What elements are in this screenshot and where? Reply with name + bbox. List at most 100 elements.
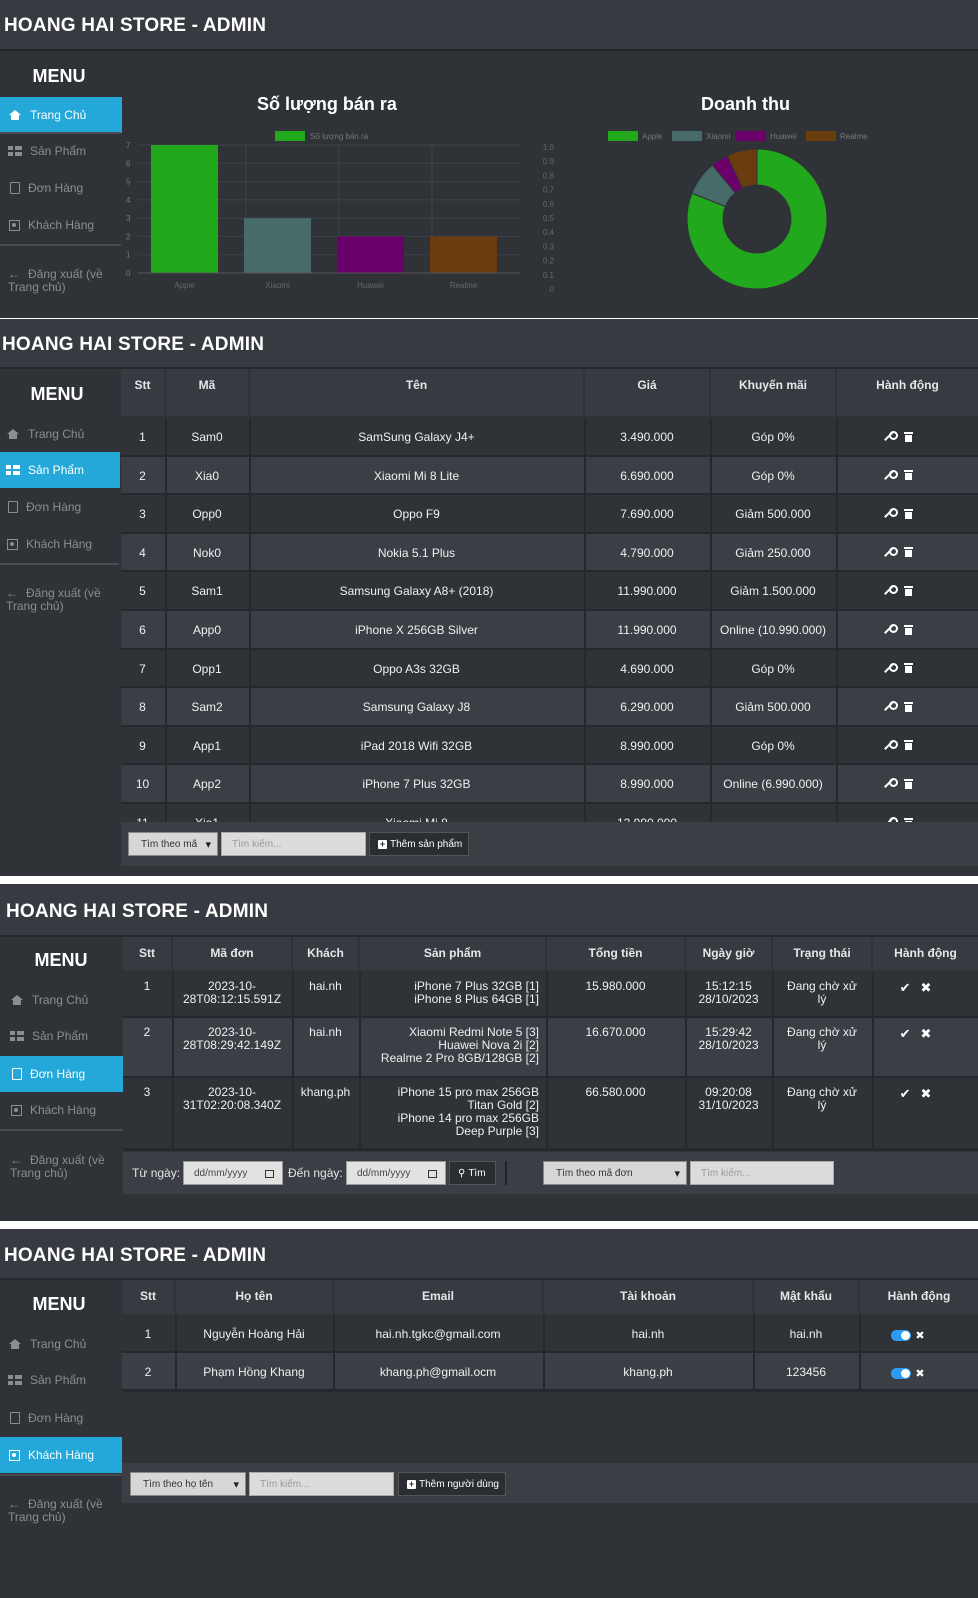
column-divider (165, 533, 167, 571)
col-header-fullname: Họ tên (176, 1280, 332, 1314)
col-header-email: Email (334, 1280, 542, 1314)
col-header-actions: Hành động (860, 1280, 978, 1314)
table-cell: 5 (139, 584, 146, 599)
search-by-select[interactable]: Tìm theo mã đơn (543, 1161, 687, 1185)
sales-bar-chart: Số lượng bán ra 0 1 2 3 4 5 6 7 Apple Xiaomi Huawei… (126, 131, 520, 290)
logout-link[interactable]: ← Đăng xuất (về Trang chủ) (10, 1154, 122, 1180)
plus-square-icon: + (407, 1478, 416, 1489)
table-cell: 9 (139, 738, 146, 753)
search-by-select[interactable]: Tìm theo họ tên (130, 1472, 246, 1496)
action-group (883, 624, 913, 635)
trash-icon[interactable] (903, 624, 913, 635)
sidebar-item-orders[interactable]: Đơn Hàng (0, 1056, 124, 1092)
action-group (883, 701, 913, 712)
sidebar-item-label: Khách Hàng (26, 537, 93, 551)
search-input[interactable]: Tìm kiếm... (249, 1472, 394, 1496)
wrench-icon[interactable] (883, 508, 898, 519)
sidebar-item-customers[interactable]: Khách Hàng (0, 207, 122, 243)
row-divider (123, 1148, 978, 1151)
trash-icon[interactable] (903, 585, 913, 596)
column-divider (249, 649, 251, 687)
trash-icon[interactable] (903, 663, 913, 674)
app-title: HOANG HAI STORE - ADMIN (2, 334, 265, 355)
trash-icon[interactable] (903, 431, 913, 442)
trash-icon[interactable] (903, 778, 913, 789)
action-group: ✖ (891, 1329, 925, 1342)
sidebar-item-customers[interactable]: Khách Hàng (0, 1092, 122, 1128)
check-icon[interactable]: ✔ (900, 1027, 911, 1040)
sidebar-item-home[interactable]: Trang Chủ (0, 97, 122, 133)
close-icon[interactable]: ✖ (915, 1329, 924, 1342)
logout-link[interactable]: ← Đăng xuất (về Trang chủ) (6, 587, 118, 613)
sidebar-item-home[interactable]: Trang Chủ (0, 1326, 122, 1362)
dashboard-panel: HOANG HAI STORE - ADMIN MENU Trang Chủ S… (0, 0, 978, 318)
y-tick-label: 0.6 (543, 200, 555, 209)
check-icon[interactable]: ✔ (900, 1087, 911, 1100)
sidebar-item-products[interactable]: Sản Phẩm (0, 452, 120, 488)
sidebar-item-home[interactable]: Trang Chủ (0, 416, 122, 452)
sidebar-item-home[interactable]: Trang Chủ (0, 982, 122, 1018)
table-cell: Giảm 500.000 (735, 700, 811, 715)
column-divider (165, 726, 167, 764)
order-products: iPhone 15 pro max 256GB Titan Gold [2] iPh… (360, 1086, 539, 1138)
close-icon[interactable]: ✖ (921, 1027, 932, 1040)
trash-icon[interactable] (903, 470, 913, 481)
add-user-button[interactable]: + Thêm người dùng (398, 1472, 506, 1496)
action-group (883, 431, 913, 442)
trash-icon[interactable] (903, 701, 913, 712)
sidebar-item-customers[interactable]: Khách Hàng (0, 1437, 122, 1473)
wrench-icon[interactable] (883, 778, 898, 789)
sidebar-item-orders[interactable]: Đơn Hàng (0, 170, 122, 206)
sidebar-item-products[interactable]: Sản Phẩm (0, 1018, 122, 1054)
find-button[interactable]: ⚲ Tìm (449, 1161, 496, 1185)
search-input[interactable]: Tìm kiếm... (690, 1161, 834, 1185)
close-icon[interactable]: ✖ (915, 1367, 924, 1380)
row-actions (837, 624, 958, 638)
toggle-switch[interactable] (891, 1368, 912, 1379)
wrench-icon[interactable] (883, 585, 898, 596)
column-divider (710, 804, 712, 822)
check-icon[interactable]: ✔ (900, 981, 911, 994)
to-date-input[interactable]: dd/mm/yyyy (346, 1161, 446, 1185)
y-tick-label: 0.5 (543, 214, 555, 223)
row-actions (837, 701, 958, 715)
sidebar-item-orders[interactable]: Đơn Hàng (0, 489, 122, 525)
table-cell: 7 (139, 661, 146, 676)
trash-icon[interactable] (903, 740, 913, 751)
toggle-switch[interactable] (891, 1330, 912, 1341)
logout-link[interactable]: ← Đăng xuất (về Trang chủ) (8, 268, 120, 294)
action-group (883, 778, 913, 789)
search-input[interactable]: Tìm kiếm... (221, 832, 366, 856)
row-actions (837, 585, 958, 599)
trash-icon[interactable] (903, 508, 913, 519)
sidebar-item-orders[interactable]: Đơn Hàng (0, 1400, 122, 1436)
table-cell: Oppo A3s 32GB (373, 661, 460, 676)
wrench-icon[interactable] (883, 431, 898, 442)
wrench-icon[interactable] (883, 546, 898, 558)
home-icon (8, 110, 22, 120)
sidebar-item-products[interactable]: Sản Phẩm (0, 1362, 122, 1398)
column-divider (249, 804, 251, 822)
col-header-actions: Hành động (873, 937, 978, 970)
col-header-total: Tổng tiền (547, 937, 684, 970)
column-divider (249, 765, 251, 802)
wrench-icon[interactable] (883, 469, 898, 481)
trash-icon[interactable] (903, 547, 913, 558)
wrench-icon[interactable] (883, 739, 898, 751)
column-divider (165, 804, 167, 822)
table-row: 2 Phạm Hồng Khang khang.ph@gmail.ocm khang.… (122, 1353, 978, 1392)
table-cell: Sam1 (191, 584, 223, 599)
logout-link[interactable]: ← Đăng xuất (về Trang chủ) (8, 1498, 120, 1524)
from-date-input[interactable]: dd/mm/yyyy (183, 1161, 283, 1185)
wrench-icon[interactable] (883, 662, 898, 674)
wrench-icon[interactable] (883, 624, 898, 635)
sidebar-item-customers[interactable]: Khách Hàng (0, 526, 122, 562)
add-product-button[interactable]: + Thêm sản phẩm (369, 832, 469, 856)
table-row: 7 Opp1 Oppo A3s 32GB 4.690.000 Góp 0% (121, 649, 978, 690)
close-icon[interactable]: ✖ (921, 1087, 932, 1100)
wrench-icon[interactable] (883, 701, 898, 712)
close-icon[interactable]: ✖ (921, 981, 932, 994)
sidebar-item-products[interactable]: Sản Phẩm (0, 133, 122, 169)
table-cell: 6 (139, 623, 146, 637)
search-by-select[interactable]: Tìm theo mã (128, 832, 218, 856)
